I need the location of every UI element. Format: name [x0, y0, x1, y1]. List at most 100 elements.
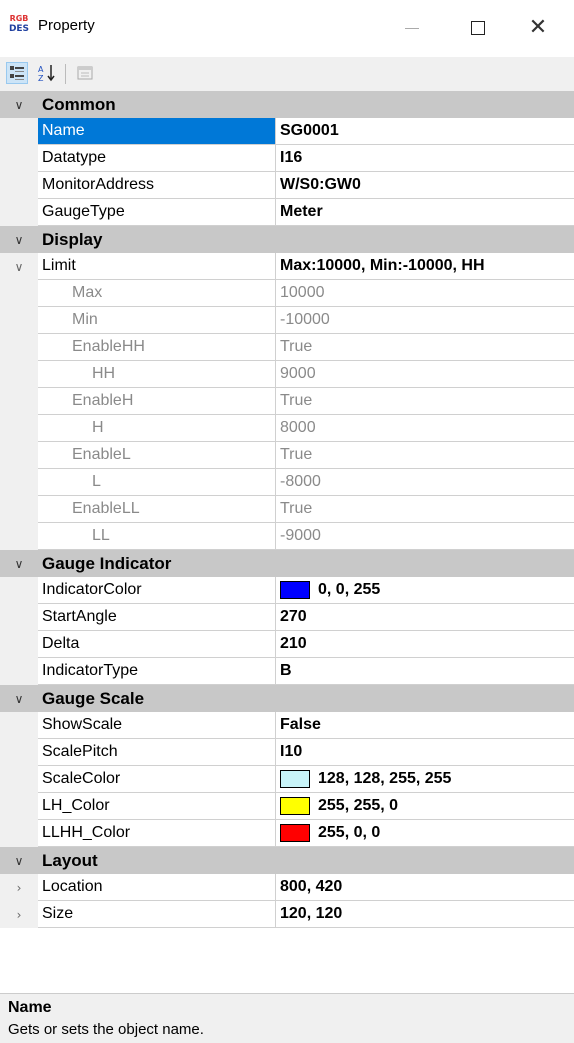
property-row-startangle[interactable]: StartAngle 270	[0, 604, 574, 631]
row-margin	[0, 739, 38, 766]
property-row-gaugetype[interactable]: GaugeType Meter	[0, 199, 574, 226]
property-value[interactable]: I16	[276, 145, 574, 172]
property-value[interactable]: Max:10000, Min:-10000, HH	[276, 253, 574, 280]
property-value[interactable]: I10	[276, 739, 574, 766]
property-grid: ∨ Common Name SG0001 Datatype I16 Monito…	[0, 91, 574, 928]
property-name: LLHH_Color	[38, 820, 276, 847]
property-row-indicatorcolor[interactable]: IndicatorColor 0, 0, 255	[0, 577, 574, 604]
property-value[interactable]: 210	[276, 631, 574, 658]
property-row-indicatortype[interactable]: IndicatorType B	[0, 658, 574, 685]
property-row-showscale[interactable]: ShowScale False	[0, 712, 574, 739]
property-row-limit[interactable]: ∨ Limit Max:10000, Min:-10000, HH	[0, 253, 574, 280]
property-value: True	[276, 334, 574, 361]
property-name: LL	[38, 523, 276, 550]
expand-chevron-right-icon[interactable]: ›	[0, 874, 38, 901]
property-name: Delta	[38, 631, 276, 658]
help-description: Gets or sets the object name.	[8, 1021, 204, 1038]
close-icon: ✕	[528, 15, 548, 40]
alphabetical-button[interactable]: AZ	[36, 62, 58, 84]
property-row-enablell[interactable]: EnableLL True	[0, 496, 574, 523]
property-row-enablehh[interactable]: EnableHH True	[0, 334, 574, 361]
property-name: IndicatorType	[38, 658, 276, 685]
property-row-delta[interactable]: Delta 210	[0, 631, 574, 658]
property-row-lh-color[interactable]: LH_Color 255, 255, 0	[0, 793, 574, 820]
color-swatch	[280, 770, 310, 788]
property-row-llhh-color[interactable]: LLHH_Color 255, 0, 0	[0, 820, 574, 847]
property-row-enableh[interactable]: EnableH True	[0, 388, 574, 415]
category-label: Gauge Scale	[42, 689, 145, 708]
property-row-hh[interactable]: HH 9000	[0, 361, 574, 388]
row-margin	[0, 793, 38, 820]
property-value[interactable]: SG0001	[276, 118, 574, 145]
property-name: EnableHH	[38, 334, 276, 361]
row-margin	[0, 766, 38, 793]
property-row-h[interactable]: H 8000	[0, 415, 574, 442]
property-value: -10000	[276, 307, 574, 334]
category-display[interactable]: ∨ Display	[0, 226, 574, 253]
categorized-button[interactable]	[6, 62, 28, 84]
collapse-chevron-icon[interactable]: ∨	[0, 91, 38, 118]
property-value[interactable]: B	[276, 658, 574, 685]
minimize-button[interactable]	[388, 8, 436, 48]
expand-chevron-right-icon[interactable]: ›	[0, 901, 38, 928]
property-value[interactable]: 255, 0, 0	[276, 820, 574, 847]
collapse-chevron-icon[interactable]: ∨	[0, 685, 38, 712]
property-row-monitoraddress[interactable]: MonitorAddress W/S0:GW0	[0, 172, 574, 199]
property-row-ll[interactable]: LL -9000	[0, 523, 574, 550]
property-row-enablel[interactable]: EnableL True	[0, 442, 574, 469]
toolbar-separator	[65, 64, 66, 84]
property-value[interactable]: 270	[276, 604, 574, 631]
category-label: Gauge Indicator	[42, 554, 172, 573]
expand-chevron-down-icon[interactable]: ∨	[0, 253, 38, 280]
collapse-chevron-icon[interactable]: ∨	[0, 550, 38, 577]
property-row-datatype[interactable]: Datatype I16	[0, 145, 574, 172]
property-name: LH_Color	[38, 793, 276, 820]
property-row-l[interactable]: L -8000	[0, 469, 574, 496]
property-value[interactable]: 255, 255, 0	[276, 793, 574, 820]
property-value[interactable]: False	[276, 712, 574, 739]
category-common[interactable]: ∨ Common	[0, 91, 574, 118]
close-button[interactable]: ✕	[514, 8, 562, 48]
help-title: Name	[8, 999, 52, 1016]
color-value-text: 128, 128, 255, 255	[318, 770, 452, 787]
property-value[interactable]: 800, 420	[276, 874, 574, 901]
sort-alphabetical-icon: AZ	[38, 65, 55, 83]
property-row-scalecolor[interactable]: ScaleColor 128, 128, 255, 255	[0, 766, 574, 793]
row-margin	[0, 469, 38, 496]
property-value: 9000	[276, 361, 574, 388]
property-value: True	[276, 388, 574, 415]
property-value[interactable]: Meter	[276, 199, 574, 226]
category-gauge-indicator[interactable]: ∨ Gauge Indicator	[0, 550, 574, 577]
app-icon-top-text: RGB	[9, 14, 29, 23]
property-value[interactable]: 128, 128, 255, 255	[276, 766, 574, 793]
property-pages-button[interactable]	[74, 62, 96, 84]
color-value-text: 255, 255, 0	[318, 797, 399, 814]
collapse-chevron-icon[interactable]: ∨	[0, 847, 38, 874]
row-margin	[0, 280, 38, 307]
property-value: -8000	[276, 469, 574, 496]
property-value[interactable]: 120, 120	[276, 901, 574, 928]
property-value[interactable]: W/S0:GW0	[276, 172, 574, 199]
property-row-location[interactable]: › Location 800, 420	[0, 874, 574, 901]
property-row-name[interactable]: Name SG0001	[0, 118, 574, 145]
row-margin	[0, 820, 38, 847]
maximize-button[interactable]	[454, 8, 502, 48]
app-icon-bottom-text: DES	[8, 24, 30, 34]
property-row-min[interactable]: Min -10000	[0, 307, 574, 334]
property-value[interactable]: 0, 0, 255	[276, 577, 574, 604]
color-swatch	[280, 824, 310, 842]
property-name: EnableLL	[38, 496, 276, 523]
category-gauge-scale[interactable]: ∨ Gauge Scale	[0, 685, 574, 712]
row-margin	[0, 658, 38, 685]
property-name: IndicatorColor	[38, 577, 276, 604]
property-row-scalepitch[interactable]: ScalePitch I10	[0, 739, 574, 766]
property-row-size[interactable]: › Size 120, 120	[0, 901, 574, 928]
row-margin	[0, 172, 38, 199]
category-layout[interactable]: ∨ Layout	[0, 847, 574, 874]
property-name: Max	[38, 280, 276, 307]
property-name: HH	[38, 361, 276, 388]
property-row-max[interactable]: Max 10000	[0, 280, 574, 307]
color-value-text: 255, 0, 0	[318, 824, 381, 841]
collapse-chevron-icon[interactable]: ∨	[0, 226, 38, 253]
svg-text:A: A	[38, 65, 44, 74]
